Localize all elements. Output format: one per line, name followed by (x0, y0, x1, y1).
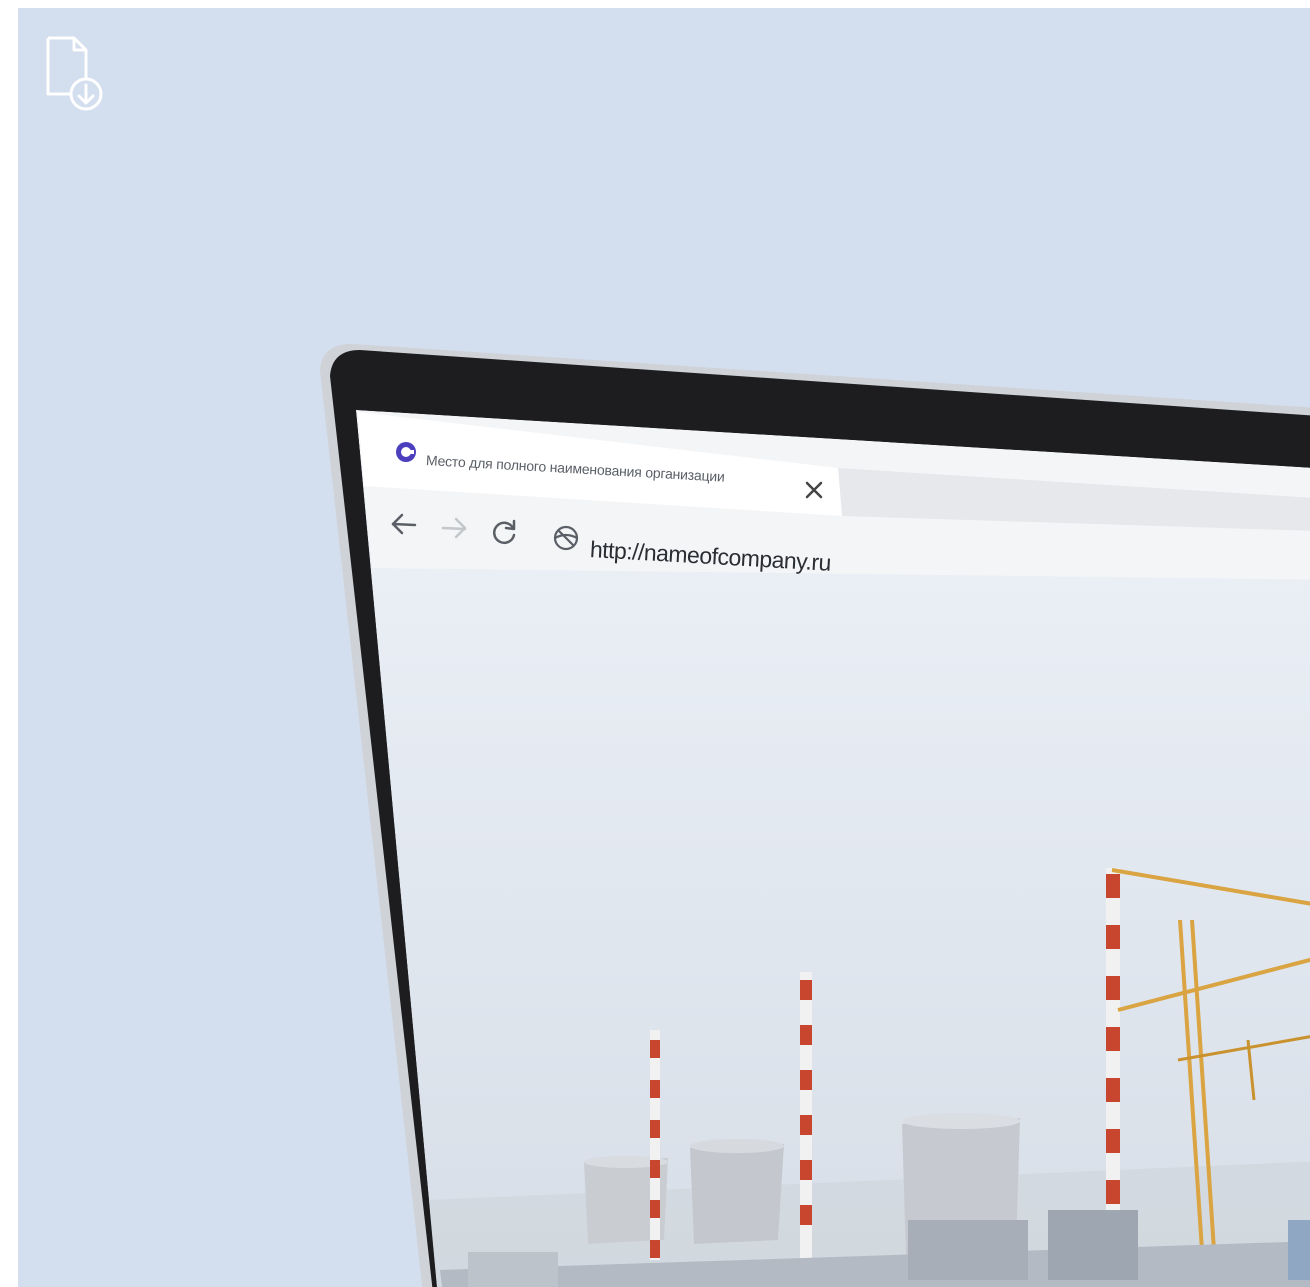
cooling-tower (690, 1144, 784, 1244)
file-download-icon[interactable] (44, 34, 106, 114)
laptop-mockup: Место для полного наименования организац… (308, 340, 1310, 1287)
site-favicon-icon (396, 442, 416, 462)
chimney-stack (800, 972, 812, 1262)
chimney-stack (650, 1030, 660, 1260)
chimney-stack (1106, 868, 1120, 1268)
page-background: Место для полного наименования организац… (18, 8, 1310, 1287)
